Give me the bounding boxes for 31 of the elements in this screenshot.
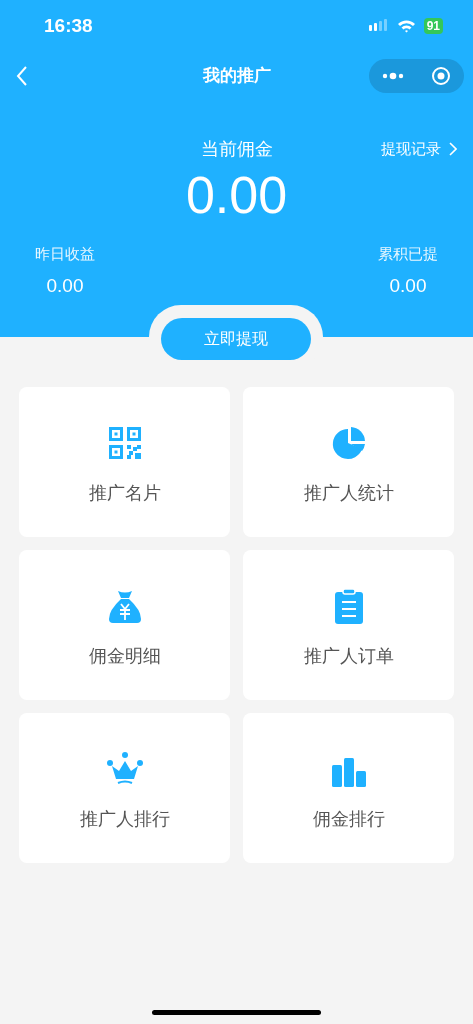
status-time: 16:38 [44, 13, 93, 38]
stat-label: 昨日收益 [35, 244, 95, 264]
more-icon[interactable] [382, 72, 405, 80]
menu-tile[interactable]: 推广人订单 [243, 550, 454, 700]
menu-tile[interactable]: 推广名片 [19, 387, 230, 537]
qr-code-icon [106, 425, 143, 462]
menu-tile[interactable]: 推广人统计 [243, 387, 454, 537]
close-icon[interactable] [430, 66, 451, 86]
menu-tile[interactable]: 佣金明细 [19, 550, 230, 700]
stat-label: 累积已提 [378, 244, 438, 264]
menu-tile[interactable]: 佣金排行 [243, 713, 454, 863]
wifi-icon [396, 19, 416, 33]
page-title: 我的推广 [202, 65, 271, 88]
capsule-menu[interactable] [369, 59, 464, 93]
money-bag-icon [106, 588, 143, 625]
tile-label: 推广人统计 [303, 482, 394, 505]
battery-indicator: 91 [423, 18, 443, 34]
stat-value: 0.00 [46, 273, 84, 298]
tile-label: 推广人排行 [79, 808, 170, 831]
tile-label: 推广名片 [88, 482, 161, 505]
commission-label: 当前佣金 [200, 138, 273, 161]
tile-label: 佣金排行 [312, 808, 385, 831]
tile-label: 推广人订单 [303, 645, 394, 668]
tile-label: 佣金明细 [88, 645, 161, 668]
menu-tile[interactable]: 推广人排行 [19, 713, 230, 863]
stat-value: 0.00 [389, 273, 427, 298]
commission-amount: 0.00 [185, 165, 288, 225]
signal-icon [368, 19, 389, 33]
back-icon[interactable] [16, 66, 28, 86]
chevron-icon [449, 142, 457, 157]
pie-chart-icon [330, 425, 367, 462]
